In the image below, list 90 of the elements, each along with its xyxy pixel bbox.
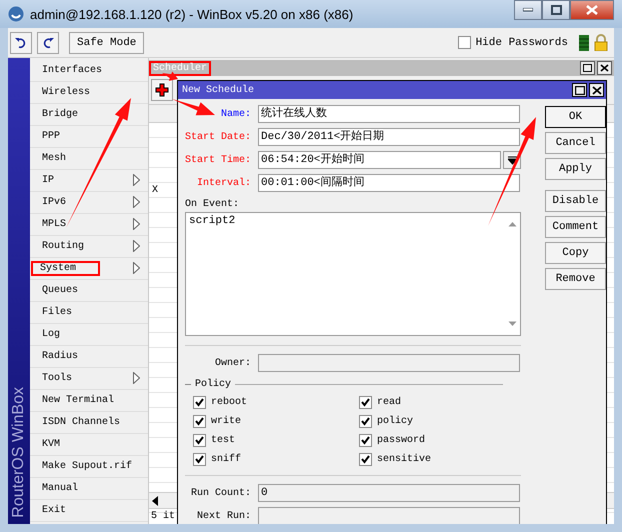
dialog-button[interactable]: Remove (545, 268, 606, 290)
menu-item[interactable]: Routing (30, 236, 148, 258)
checkbox[interactable] (193, 415, 206, 428)
dropdown-button[interactable] (503, 151, 521, 169)
input-field[interactable]: Dec/30/2011<开始日期 (258, 128, 520, 146)
menu-item[interactable]: MPLS (30, 214, 148, 236)
status-text: 5 it (151, 511, 176, 522)
close-button[interactable] (589, 83, 604, 97)
maximize-icon (550, 5, 562, 15)
dialog-title: New Schedule (182, 84, 254, 96)
field-label: Name: (220, 108, 251, 120)
checkbox-label: policy (377, 416, 414, 427)
dialog-button[interactable]: OK (545, 106, 606, 128)
checkbox-label: write (211, 416, 242, 427)
checkbox-label: password (377, 435, 426, 446)
checkbox-label: sniff (211, 454, 242, 465)
field-label: Next Run: (196, 510, 251, 522)
dialog-button[interactable]: Apply (545, 158, 606, 180)
group-label: Policy (195, 378, 232, 390)
menu-item[interactable]: Tools (30, 368, 148, 390)
checkbox[interactable] (359, 453, 372, 466)
safe-mode-button[interactable]: Safe Mode (69, 32, 144, 54)
minimize-button[interactable] (514, 0, 542, 20)
maximize-button[interactable] (542, 0, 570, 20)
redo-button[interactable] (37, 32, 59, 54)
menu-item[interactable]: Make Supout.rif (30, 456, 148, 478)
status-bars-icon (579, 34, 589, 50)
script-text: script2 (189, 215, 236, 227)
input-field[interactable]: 统计在线人数 (258, 105, 520, 123)
checkbox-label: sensitive (377, 454, 432, 465)
dialog-button[interactable]: Disable (545, 190, 606, 212)
hide-passwords-label: Hide Passwords (476, 36, 568, 48)
menu-item[interactable]: Exit (30, 500, 148, 522)
maximize-button[interactable] (572, 83, 587, 97)
add-button[interactable] (151, 79, 173, 101)
menu-item[interactable]: Log (30, 324, 148, 346)
hide-passwords-checkbox[interactable] (458, 36, 471, 49)
window-title: admin@192.168.1.120 (r2) - WinBox v5.20 on x86 (x86) (30, 6, 354, 22)
menu-item[interactable]: Files (30, 302, 148, 324)
scroll-up-icon[interactable] (508, 221, 516, 227)
annotation-arrow (162, 72, 178, 81)
field-label: Start Time: (185, 154, 251, 166)
field-label: On Event: (185, 199, 240, 212)
undo-icon (14, 36, 28, 48)
dialog-button[interactable]: Comment (545, 216, 606, 238)
checkbox[interactable] (193, 453, 206, 466)
checkbox-label: reboot (211, 397, 248, 408)
plus-icon (155, 83, 169, 97)
table-cell-text: X (151, 184, 160, 198)
lock-icon (594, 34, 608, 51)
scroll-down-icon[interactable] (508, 321, 516, 327)
close-icon (592, 86, 602, 94)
menu-item[interactable]: New Terminal (30, 390, 148, 412)
field-label: Run Count: (190, 488, 251, 498)
undo-button[interactable] (10, 32, 32, 54)
menu-item[interactable]: System (30, 258, 148, 280)
checkbox[interactable] (359, 415, 372, 428)
checkbox-label: test (211, 435, 236, 446)
menu-item[interactable]: Manual (30, 478, 148, 500)
close-icon (600, 64, 609, 72)
script-text-area[interactable]: script2 (185, 212, 521, 336)
checkbox[interactable] (359, 434, 372, 447)
annotation-arrow (172, 99, 215, 116)
caret-icon (508, 156, 516, 164)
minimize-icon (523, 8, 533, 12)
menu-item[interactable]: Interfaces (30, 60, 148, 82)
menu-item[interactable]: Queues (30, 280, 148, 302)
field-label: Start Date: (185, 132, 251, 142)
dialog-button[interactable]: Cancel (545, 132, 606, 154)
checkbox-label: read (377, 397, 402, 408)
menu-item[interactable]: ISDN Channels (30, 412, 148, 434)
input-field[interactable]: 00:01:00<间隔时间 (258, 174, 520, 192)
input-field[interactable]: 06:54:20<开始时间 (258, 151, 501, 169)
maximize-button[interactable] (580, 61, 595, 75)
close-button[interactable] (597, 61, 612, 75)
menu-item[interactable]: KVM (30, 434, 148, 456)
close-icon (586, 5, 598, 15)
maximize-icon (583, 64, 592, 72)
checkbox[interactable] (359, 396, 372, 409)
checkbox[interactable] (193, 396, 206, 409)
dialog-button[interactable]: Copy (545, 242, 606, 264)
checkbox[interactable] (193, 434, 206, 447)
menu-item[interactable]: Radius (30, 346, 148, 368)
app-logo-icon (8, 6, 24, 22)
field-label: Interval: (196, 178, 251, 188)
maximize-icon (574, 86, 584, 94)
input-field: 0 (258, 484, 520, 502)
redo-icon (41, 36, 55, 48)
brand-label: RouterOS WinBox (10, 387, 28, 518)
field-label: Owner: (214, 358, 251, 368)
